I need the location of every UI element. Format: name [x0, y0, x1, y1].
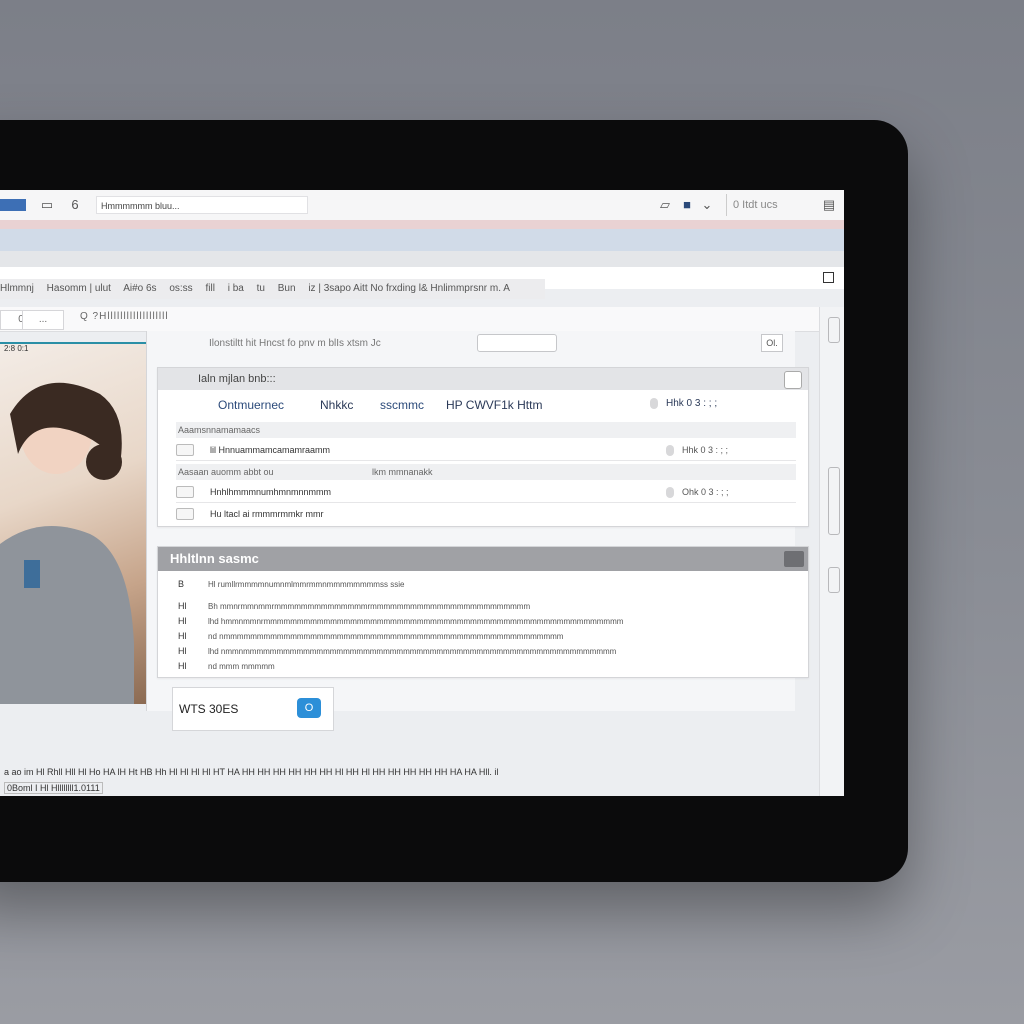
ribbon-text: Q ?Hlllllllllllllllllll [80, 311, 169, 322]
detail-line: Hl lhd hmmnmmnrmmmmmmmmmmmmmmmmmmmmmmmmmm… [178, 616, 624, 626]
item-value: Hhk 0 3 : ; ; [666, 440, 728, 460]
window-icon[interactable]: ▭ [38, 196, 56, 214]
search-field[interactable]: 0 Itdt ucs [726, 194, 810, 216]
ribbon: 0 ... Q ?Hlllllllllllllllllll [0, 307, 820, 332]
item-text: Hnhlhmmmnumhmnmnnmmm [210, 487, 332, 497]
ribbon-button[interactable]: ... [22, 310, 64, 330]
footer-label: WTS 30ES [179, 702, 239, 716]
top-bar: ▭ 6 Hmmmmmm bluu... ▱ ■ ⌄ 0 Itdt ucs ▤ [0, 190, 844, 221]
scroll-handle-icon[interactable] [828, 567, 840, 593]
photo-label: 2:8 0:1 [4, 344, 29, 353]
settings-icon[interactable]: ▤ [820, 196, 838, 214]
column-header-right[interactable]: Hhk 0 3 : ; ; [650, 398, 717, 409]
detail-line: Hl lhd nmmnmmmmmmmmmmmmmmmmmmmmmmmmmmmmmm… [178, 646, 617, 656]
checkbox[interactable] [176, 444, 194, 456]
menu-item[interactable]: Hlmmnj [0, 283, 34, 294]
status-field: 0Boml I Hl Hllllllll1.0111 [4, 782, 103, 794]
menu-item[interactable]: iz | 3sapo Aitt No frxding l& Hnlimmprsn… [308, 283, 510, 294]
list-item[interactable]: Hnhlhmmmnumhmnmnnmmm Ohk 0 3 : ; ; [176, 482, 796, 503]
section-subhead: Aasaan auomm abbt ou lkm mmnanakk [176, 464, 796, 480]
menu-item[interactable]: Bun [278, 283, 296, 294]
menu-item[interactable]: tu [257, 283, 265, 294]
checkbox[interactable] [176, 486, 194, 498]
column-header[interactable]: HP CWVF1k Httm [446, 398, 542, 412]
title-field[interactable]: Hmmmmmm bluu... [96, 196, 308, 214]
tablet-device: ▭ 6 Hmmmmmm bluu... ▱ ■ ⌄ 0 Itdt ucs ▤ H… [0, 120, 908, 882]
detail-line: Hl nd mmm mmmmm [178, 661, 275, 671]
status-line: a ao im Hl Rhll Hll Hl Ho HA lH Ht HB Hh… [4, 767, 499, 777]
share-icon[interactable]: ▱ [656, 196, 674, 214]
footer-field[interactable]: WTS 30ES O [172, 687, 334, 731]
scroll-thumb[interactable] [828, 467, 840, 535]
scroll-handle-icon[interactable] [828, 317, 840, 343]
column-header[interactable]: Ontmuernec [218, 398, 284, 412]
detail-line: Hl Bh mmnrmmnmmrmmmmmmmmmmmmmmrmmmmmmmmmm… [178, 601, 531, 611]
menu-item[interactable]: os:ss [169, 283, 192, 294]
menu-item[interactable]: i ba [228, 283, 244, 294]
results-card: Ialn mjlan bnb::: Ontmuernec Nhkkc sscmm… [157, 367, 809, 527]
item-text: Hu ltacl ai rmmmrmmkr mmr [210, 509, 324, 519]
menu-item[interactable]: fill [205, 283, 214, 294]
panel-header: Ilonstiltt hit Hncst fo pnv m blIs xtsm … [209, 338, 381, 349]
column-header[interactable]: sscmmc [380, 398, 424, 412]
bookmark-icon[interactable]: ■ [678, 196, 696, 214]
item-text: lil Hnnuammamcamamraamm [210, 445, 331, 455]
person-illustration [0, 382, 134, 704]
right-scrollbar[interactable] [819, 307, 844, 796]
app-tab-active[interactable] [0, 199, 26, 211]
menu-item[interactable]: Ai#o 6s [123, 283, 156, 294]
item-value: Ohk 0 3 : ; ; [666, 482, 729, 502]
close-icon[interactable] [784, 371, 802, 389]
list-item[interactable]: Hu ltacl ai rmmmrmmkr mmr [176, 504, 796, 524]
checkbox[interactable] [176, 508, 194, 520]
main-panel: Ilonstiltt hit Hncst fo pnv m blIs xtsm … [146, 331, 809, 711]
list-item[interactable]: lil Hnnuammamcamamraamm Hhk 0 3 : ; ; [176, 440, 796, 461]
toolbar-row [0, 251, 844, 267]
panel-close-button[interactable]: Ol. [761, 334, 783, 352]
detail-line: B Hl rumllrmmmmnumnmlmmrmmnmmmmmmmmss ssi… [178, 579, 405, 589]
menu-bar: Hlmmnj Hasomm | ulut Ai#o 6s os:ss fill … [0, 279, 545, 299]
accent-stripe [0, 220, 844, 229]
preview-photo: 2:8 0:1 [0, 342, 146, 704]
card-title: Ialn mjlan bnb::: [158, 368, 808, 390]
info-button[interactable]: O [297, 698, 321, 718]
tab-number[interactable]: 6 [66, 196, 84, 214]
close-icon[interactable] [784, 551, 804, 567]
card-title: Hhltlnn sasmc [158, 547, 808, 571]
chevron-down-icon[interactable]: ⌄ [698, 196, 716, 214]
maximize-icon[interactable] [823, 272, 834, 283]
panel-input[interactable] [477, 334, 557, 352]
toolbar-stripe [0, 229, 844, 251]
column-header[interactable]: Nhkkc [320, 398, 353, 412]
section-subhead: Aaamsnnamamaacs [176, 422, 796, 438]
menu-item[interactable]: Hasomm | ulut [47, 283, 111, 294]
details-card: Hhltlnn sasmc B Hl rumllrmmmmnumnmlmmrmmn… [157, 546, 809, 678]
detail-line: Hl nd nmmmmmmmmmmmmmmmmmmmmmmmmmmmmmmmmmm… [178, 631, 564, 641]
screen: ▭ 6 Hmmmmmm bluu... ▱ ■ ⌄ 0 Itdt ucs ▤ H… [0, 190, 844, 796]
